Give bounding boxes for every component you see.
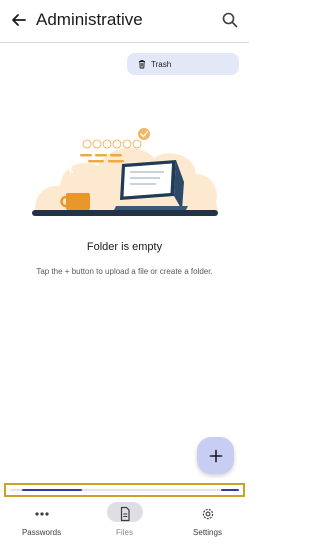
nav-item-passwords[interactable]: Passwords: [0, 501, 83, 541]
nav-item-files[interactable]: Files: [83, 501, 166, 541]
nav-label-settings: Settings: [193, 528, 222, 537]
trash-button[interactable]: Trash: [127, 53, 239, 75]
page-title: Administrative: [36, 10, 143, 29]
back-button[interactable]: [9, 10, 29, 30]
bottom-navigation: Passwords Files Settings: [0, 497, 249, 544]
nav-label-passwords: Passwords: [21, 528, 62, 537]
trash-label: Trash: [151, 59, 172, 69]
search-button[interactable]: [220, 10, 240, 30]
top-app-bar: Administrative: [0, 0, 249, 43]
scrollbar-thumb-end[interactable]: [221, 489, 239, 491]
gear-icon: [202, 508, 213, 520]
empty-state-subtitle: Tap the + button to upload a file or cre…: [36, 267, 213, 276]
trash-icon: [139, 60, 145, 69]
arrow-back-icon: [12, 14, 26, 26]
nav-item-settings[interactable]: Settings: [166, 501, 249, 541]
add-fab-button[interactable]: [197, 437, 234, 474]
search-icon: [222, 12, 238, 28]
horizontal-scrollbar[interactable]: [4, 483, 245, 497]
dots-icon: [34, 512, 49, 516]
scrollbar-thumb[interactable]: [22, 489, 82, 491]
file-icon: [120, 506, 130, 522]
empty-state-title: Folder is empty: [86, 241, 163, 253]
empty-folder-illustration: [32, 128, 218, 216]
plus-icon: [209, 449, 222, 462]
nav-label-files: Files: [116, 528, 133, 537]
